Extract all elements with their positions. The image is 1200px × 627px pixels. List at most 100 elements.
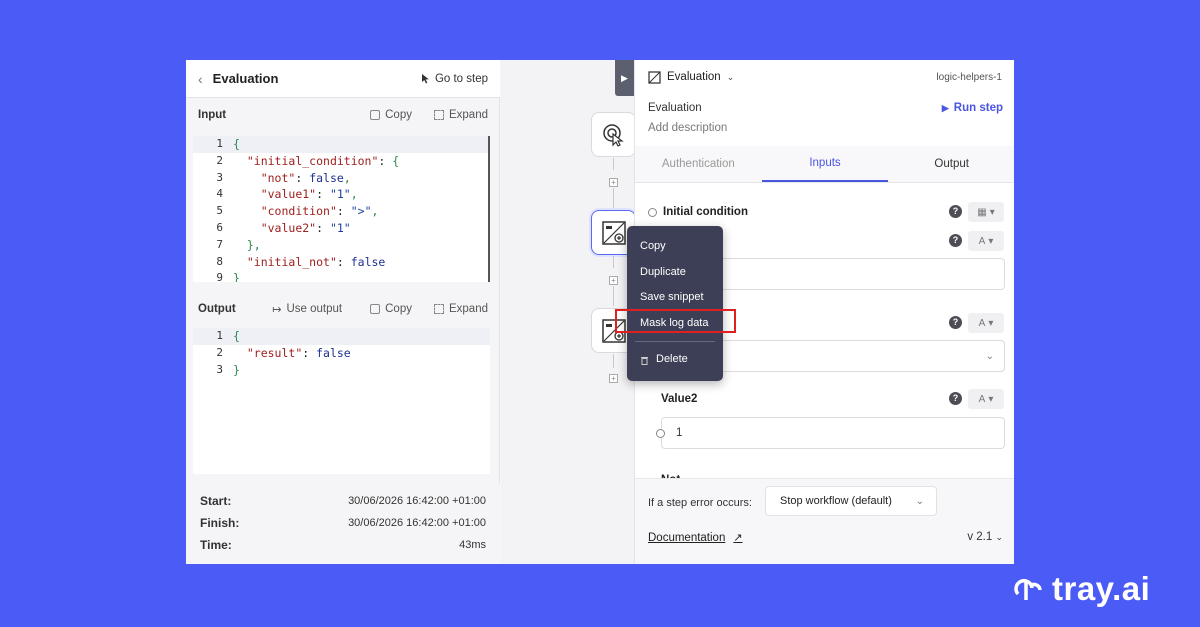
initial-condition-field[interactable]: Initial condition [648, 206, 748, 218]
input-code-viewer[interactable]: 1{2 "initial_condition": {3 "not": false… [193, 136, 490, 282]
go-to-step-button[interactable]: Go to step [421, 73, 488, 85]
logic-helper-icon [601, 220, 626, 245]
expand-panel-button[interactable]: ▶ [615, 60, 634, 96]
step-name[interactable]: Evaluation [648, 102, 702, 114]
add-step-plus-icon[interactable]: + [609, 374, 618, 383]
chevron-down-icon: ⌄ [726, 71, 735, 82]
step-description[interactable]: Add description [648, 122, 727, 134]
type-selector[interactable]: ▦ ▾ [968, 202, 1004, 222]
line-number: 3 [216, 362, 223, 376]
code-line: 2 "initial_condition": { [193, 153, 488, 170]
connector-line [613, 158, 614, 170]
input-section-header: Input Copy Expand [186, 98, 500, 132]
target-cursor-icon [602, 123, 624, 147]
code-text: { [233, 329, 240, 343]
output-code-viewer[interactable]: 1{2 "result": false 3} [193, 328, 490, 474]
expand-label: Expand [448, 303, 488, 315]
connector-name: Evaluation [667, 71, 721, 83]
expand-label: Expand [448, 109, 488, 121]
type-selector[interactable]: A ▾ [968, 313, 1004, 333]
play-icon: ▶ [941, 102, 949, 113]
type-selector[interactable]: A ▾ [968, 231, 1004, 251]
code-text: "result": false [246, 345, 351, 360]
help-icon[interactable]: ? [949, 205, 962, 218]
logic-helper-icon [648, 70, 661, 84]
documentation-link[interactable]: Documentation ↗ [648, 531, 743, 545]
add-step-plus-icon[interactable]: + [609, 276, 618, 285]
menu-divider [635, 341, 715, 342]
code-line: 1{ [193, 136, 488, 153]
start-label: Start: [200, 494, 232, 508]
version-selector[interactable]: v 2.1 ⌄ [967, 531, 1003, 543]
use-output-button[interactable]: ↦ Use output [272, 303, 342, 316]
connector-line [613, 354, 614, 368]
add-step-plus-icon[interactable]: + [609, 178, 618, 187]
config-tabs: Authentication Inputs Output [635, 146, 1014, 183]
menu-item-copy[interactable]: Copy [627, 234, 723, 260]
value2-input[interactable]: 1 [656, 417, 1005, 449]
tab-inputs[interactable]: Inputs [761, 146, 889, 182]
value2-value: 1 [676, 427, 683, 439]
copy-icon [370, 304, 381, 314]
error-handling-value: Stop workflow (default) [780, 495, 892, 507]
caret-down-icon: ▾ [988, 393, 994, 405]
run-step-button[interactable]: ▶ Run step [942, 102, 1003, 114]
chevron-down-icon: ⌄ [915, 495, 924, 507]
version-label: v 2.1 [967, 531, 993, 543]
help-icon[interactable]: ? [949, 234, 962, 247]
caret-down-icon: ▾ [989, 206, 995, 218]
output-section-header: Output ↦ Use output Copy Expand [186, 292, 500, 326]
code-text: "value2": "1" [260, 220, 351, 235]
caret-down-icon: ▾ [988, 317, 994, 329]
connector-selector[interactable]: Evaluation ⌄ [648, 70, 936, 84]
input-expand-button[interactable]: Expand [433, 109, 488, 121]
code-text: }, [246, 237, 261, 252]
menu-item-delete[interactable]: Delete [627, 347, 723, 373]
help-icon[interactable]: ? [949, 392, 962, 405]
text-type-icon: A [978, 317, 986, 329]
radio-icon[interactable] [648, 207, 657, 217]
input-copy-button[interactable]: Copy [370, 109, 412, 121]
caret-right-icon: ▶ [621, 72, 628, 83]
text-type-icon: A [978, 393, 986, 405]
line-number: 6 [216, 220, 223, 234]
code-line: 3} [193, 362, 490, 379]
code-text: "initial_not": false [246, 254, 386, 269]
code-text: "value1": "1", [260, 187, 358, 202]
node-context-menu: Copy Duplicate Save snippet Mask log dat… [627, 226, 723, 381]
finish-label: Finish: [200, 516, 240, 530]
code-text: } [233, 271, 240, 282]
expand-icon [433, 304, 444, 314]
help-icon[interactable]: ? [949, 316, 962, 329]
tab-authentication[interactable]: Authentication [635, 146, 762, 182]
connector-line [613, 256, 614, 268]
use-output-icon: ↦ [272, 303, 282, 316]
menu-item-duplicate[interactable]: Duplicate [627, 260, 723, 286]
line-number: 1 [216, 137, 223, 150]
line-number: 4 [216, 187, 223, 201]
copy-label: Copy [385, 303, 412, 315]
brand-wordmark: tray.ai [1052, 570, 1151, 607]
code-line: 6 "value2": "1" [193, 220, 488, 237]
radio-icon[interactable] [656, 428, 665, 438]
line-number: 2 [216, 153, 223, 167]
tab-output[interactable]: Output [888, 146, 1014, 182]
trigger-node[interactable] [591, 112, 636, 157]
output-expand-button[interactable]: Expand [433, 303, 488, 315]
chevron-down-icon: ⌄ [995, 532, 1003, 542]
time-label: Time: [200, 538, 232, 552]
external-link-icon: ↗ [733, 532, 743, 544]
code-line: 7 }, [193, 237, 488, 254]
error-handling-label: If a step error occurs: [648, 497, 752, 509]
log-panel-header: ‹ Evaluation Go to step [186, 60, 500, 98]
line-number: 9 [216, 271, 223, 282]
output-copy-button[interactable]: Copy [370, 303, 412, 315]
error-handling-select[interactable]: Stop workflow (default) ⌄ [765, 486, 937, 516]
code-line: 8 "initial_not": false [193, 254, 488, 271]
back-chevron-icon[interactable]: ‹ [198, 71, 203, 87]
connector-line [613, 188, 614, 208]
menu-item-save-snippet[interactable]: Save snippet [627, 285, 723, 311]
step-log-panel: ‹ Evaluation Go to step Input Copy Expan… [186, 60, 500, 564]
output-label: Output [198, 303, 236, 315]
type-selector[interactable]: A ▾ [968, 389, 1004, 409]
